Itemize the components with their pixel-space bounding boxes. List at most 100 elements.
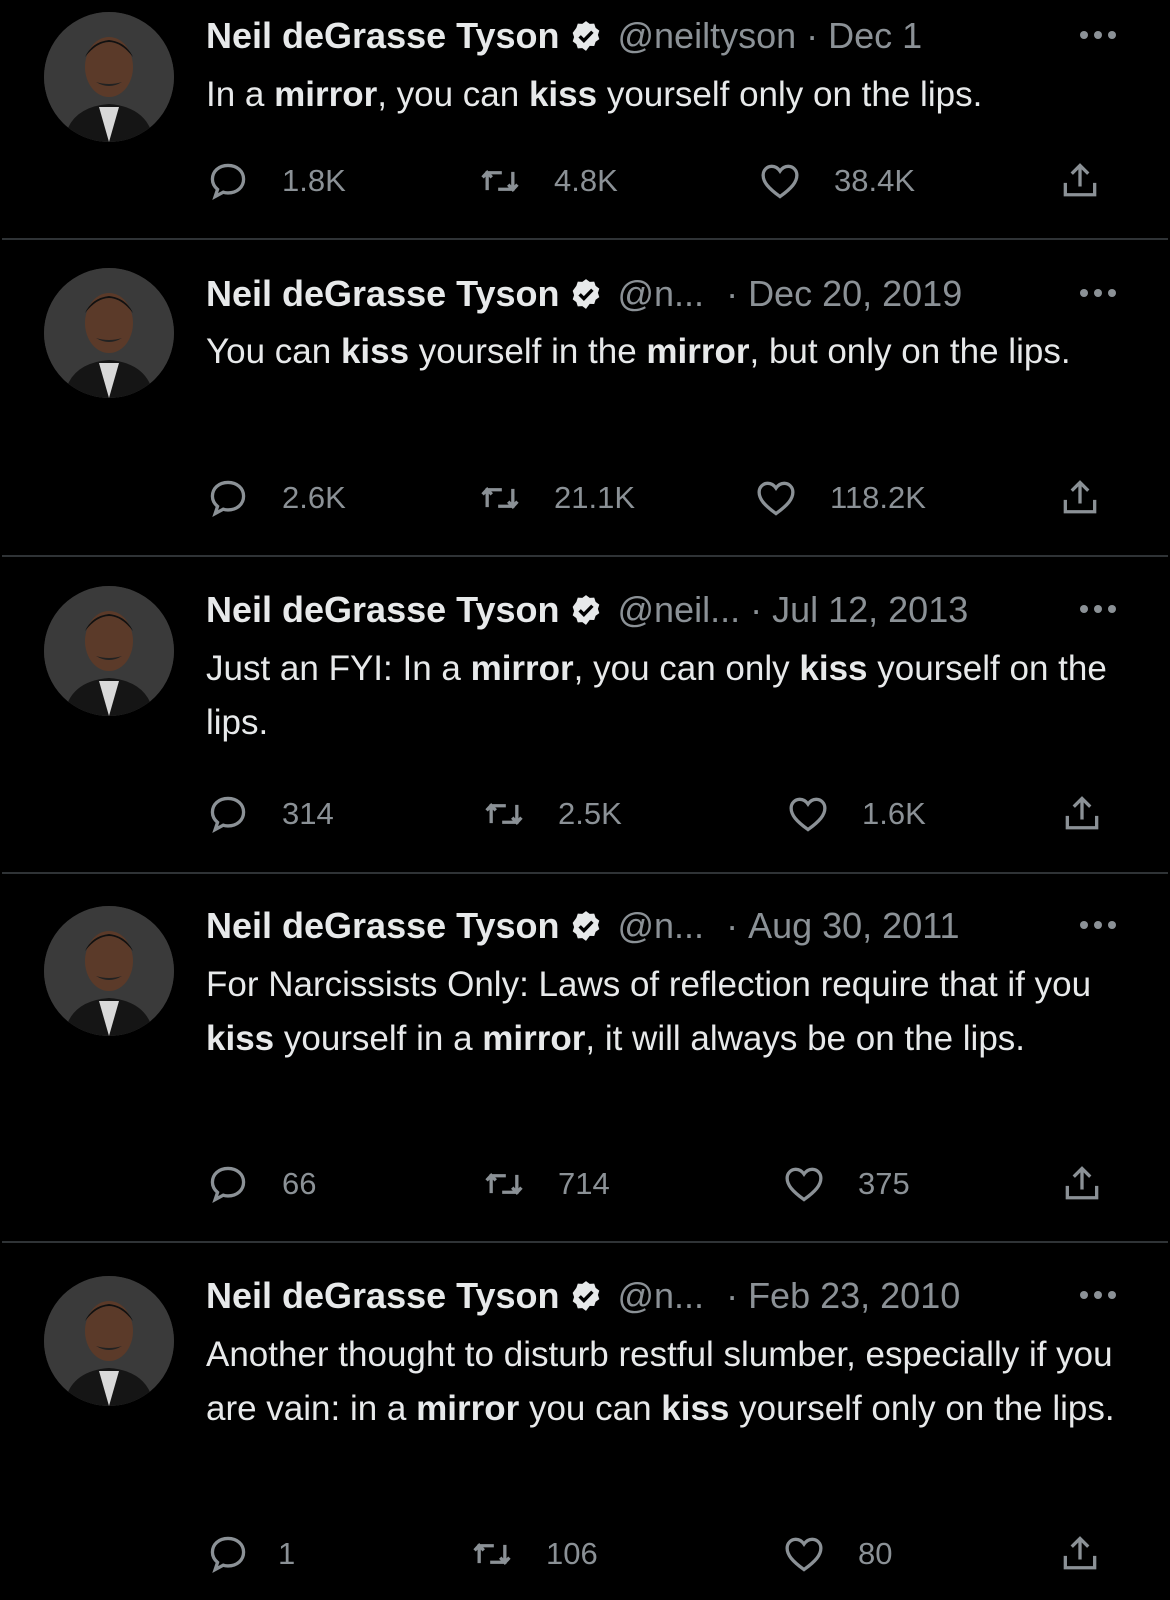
author-handle[interactable]: @n... [617,905,704,947]
share-button[interactable] [1058,1530,1102,1578]
tweet-actions: 66 714 375 [0,1160,1170,1208]
retweet-count: 714 [558,1166,610,1201]
reply-button[interactable]: 2.6K [206,474,346,522]
retweet-button[interactable]: 4.8K [478,157,618,205]
reply-icon [210,480,246,518]
tweet-divider [2,555,1168,557]
author-handle[interactable]: @neiltyson [617,15,796,57]
heart-icon [785,1537,823,1572]
avatar[interactable] [44,586,174,716]
heart-icon [785,1167,823,1202]
tweet-text: You can kiss yourself in the mirror, but… [206,332,1071,371]
reply-button[interactable]: 66 [206,1160,316,1208]
retweet-icon [485,802,523,826]
retweet-icon [485,1172,523,1196]
verified-badge-icon [573,279,600,309]
more-icon[interactable] [1076,594,1120,624]
share-button[interactable] [1058,474,1102,522]
tweet-text: Just an FYI: In a mirror, you can only k… [206,649,1107,742]
separator-dot: · [806,15,819,56]
tweet-date[interactable]: Dec 20, 2019 [748,273,962,315]
author-name[interactable]: Neil deGrasse Tyson [206,589,559,631]
like-button[interactable]: 38.4K [758,157,915,205]
author-name[interactable]: Neil deGrasse Tyson [206,905,559,947]
reply-count: 2.6K [282,480,346,515]
reply-icon [210,1166,246,1204]
more-icon[interactable] [1076,1280,1120,1310]
share-icon [1063,163,1097,197]
retweet-button[interactable]: 21.1K [478,474,635,522]
retweet-count: 4.8K [554,163,618,198]
tweet-actions: 2.6K 21.1K 118.2K [0,474,1170,522]
author-handle[interactable]: @n... [617,273,704,315]
reply-count: 1.8K [282,163,346,198]
avatar[interactable] [44,268,174,398]
share-icon [1063,1536,1097,1570]
author-handle[interactable]: @n... [617,1275,704,1317]
retweet-icon [481,486,519,510]
more-icon[interactable] [1076,910,1120,940]
share-button[interactable] [1060,1160,1104,1208]
verified-badge-icon [573,911,600,941]
tweet-header: Neil deGrasse Tyson @neil... · Jul 12, 2… [206,586,968,634]
author-name[interactable]: Neil deGrasse Tyson [206,1275,559,1317]
like-count: 80 [858,1536,893,1571]
separator-dot: · [726,1275,739,1316]
reply-count: 66 [282,1166,317,1201]
retweet-icon [481,169,519,193]
heart-icon [789,797,827,832]
tweet-header: Neil deGrasse Tyson @n... · Dec 20, 2019 [206,270,962,318]
share-button[interactable] [1058,157,1102,205]
retweet-icon [473,1542,511,1566]
tweet-date[interactable]: Aug 30, 2011 [748,905,960,947]
reply-icon [210,163,246,201]
like-button[interactable]: 375 [782,1160,910,1208]
reply-button[interactable]: 1.8K [206,157,346,205]
tweet-actions: 1 106 80 [0,1530,1170,1578]
author-handle[interactable]: @neil... [617,589,740,631]
like-count: 38.4K [834,163,916,198]
separator-dot: · [726,905,739,946]
tweet-text: For Narcissists Only: Laws of reflection… [206,965,1092,1058]
separator-dot: · [750,589,763,630]
avatar[interactable] [44,906,174,1036]
share-button[interactable] [1060,790,1104,838]
verified-badge-icon [573,595,600,625]
separator-dot: · [726,273,739,314]
retweet-button[interactable]: 714 [482,1160,610,1208]
like-count: 1.6K [862,796,926,831]
tweet-text: Another thought to disturb restful slumb… [206,1335,1115,1428]
author-name[interactable]: Neil deGrasse Tyson [206,15,559,57]
share-icon [1063,480,1097,514]
retweet-button[interactable]: 106 [470,1530,598,1578]
tweet-actions: 314 2.5K 1.6K [0,790,1170,838]
like-button[interactable]: 118.2K [754,474,926,522]
tweet-divider [2,1241,1168,1243]
like-button[interactable]: 80 [782,1530,892,1578]
reply-icon [210,796,246,834]
tweet-header: Neil deGrasse Tyson @neiltyson · Dec 1 [206,12,922,60]
heart-icon [761,164,799,199]
avatar[interactable] [44,1276,174,1406]
like-button[interactable]: 1.6K [786,790,926,838]
more-icon[interactable] [1076,278,1120,308]
tweet-date[interactable]: Feb 23, 2010 [748,1275,960,1317]
more-icon[interactable] [1076,20,1120,50]
avatar[interactable] [44,12,174,142]
reply-button[interactable]: 314 [206,790,334,838]
reply-count: 1 [278,1536,296,1571]
tweet-date[interactable]: Dec 1 [828,15,922,57]
tweet-header: Neil deGrasse Tyson @n... · Aug 30, 2011 [206,902,960,950]
tweet-divider [2,238,1168,240]
verified-badge-icon [573,21,600,51]
author-name[interactable]: Neil deGrasse Tyson [206,273,559,315]
reply-button[interactable]: 1 [206,1530,295,1578]
share-icon [1065,1166,1099,1200]
tweet-date[interactable]: Jul 12, 2013 [772,589,968,631]
reply-count: 314 [282,796,334,831]
tweet-feed: Neil deGrasse Tyson @neiltyson · Dec 1 I… [0,0,1170,1600]
tweet-actions: 1.8K 4.8K 38.4K [0,157,1170,205]
retweet-count: 21.1K [554,480,636,515]
retweet-button[interactable]: 2.5K [482,790,622,838]
tweet-text: In a mirror, you can kiss yourself only … [206,75,983,114]
